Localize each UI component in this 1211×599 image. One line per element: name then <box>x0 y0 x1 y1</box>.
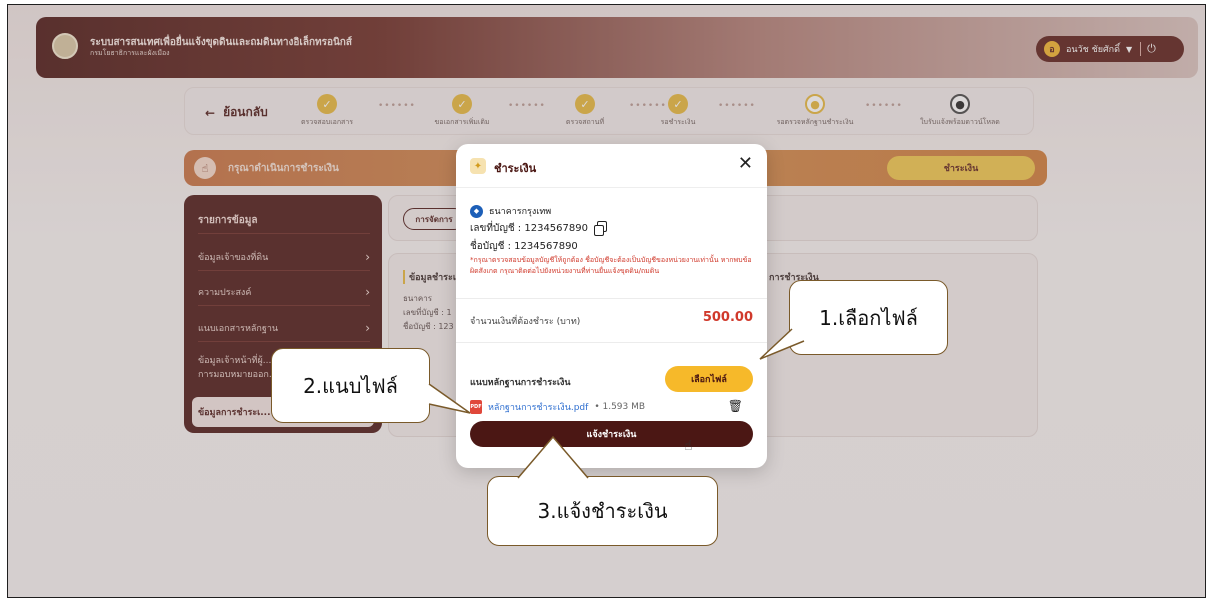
callout-text: 2.แนบไฟล์ <box>303 373 398 398</box>
modal-header: ✦ ชำระเงิน ✕ <box>456 144 767 188</box>
callout-submit-payment: 3.แจ้งชำระเงิน <box>487 435 718 546</box>
account-name: ชื่อบัญชี : 1234567890 <box>470 241 578 252</box>
callout-pointer <box>428 383 471 414</box>
hand-cursor-icon: ☝ <box>684 438 693 454</box>
bank-name: ธนาคารกรุงเทพ <box>489 207 552 217</box>
pdf-file-icon: PDF <box>470 400 482 414</box>
proof-label: แนบหลักฐานการชำระเงิน <box>470 378 571 388</box>
callout-attach-file: 2.แนบไฟล์ <box>271 348 471 423</box>
submit-payment-button[interactable]: แจ้งชำระเงิน <box>470 421 753 447</box>
bank-logo-icon: ◆ <box>470 204 483 218</box>
account-number: เลขที่บัญชี : 1234567890 <box>470 223 588 234</box>
account-number-row: เลขที่บัญชี : 1234567890 <box>470 221 608 236</box>
attached-file-size: • 1.593 MB <box>594 402 646 412</box>
callout-choose-file: 1.เลือกไฟล์ <box>759 280 948 360</box>
callout-pointer <box>517 435 589 479</box>
callout-pointer <box>759 328 805 360</box>
copy-icon[interactable] <box>594 221 608 236</box>
payment-icon: ✦ <box>470 158 486 174</box>
attached-file-name[interactable]: หลักฐานการชำระเงิน.pdf <box>488 400 588 414</box>
amount-value: 500.00 <box>702 310 753 325</box>
account-warning: *กรุณาตรวจสอบข้อมูลบัญชีให้ถูกต้อง ชื่อบ… <box>470 256 752 275</box>
trash-icon[interactable]: 🗑 <box>728 399 743 413</box>
attached-file-row: PDF หลักฐานการชำระเงิน.pdf • 1.593 MB 🗑 <box>470 397 753 417</box>
close-icon[interactable]: ✕ <box>738 154 753 174</box>
bank-row: ◆ ธนาคารกรุงเทพ <box>470 204 551 218</box>
modal-title: ชำระเงิน <box>494 162 537 175</box>
callout-text: 1.เลือกไฟล์ <box>819 305 918 330</box>
amount-label: จำนวนเงินที่ต้องชำระ (บาท) <box>470 317 581 327</box>
callout-text: 3.แจ้งชำระเงิน <box>537 499 668 523</box>
divider <box>456 298 767 299</box>
screenshot-frame: ระบบสารสนเทศเพื่อยื่นแจ้งขุดดินและถมดินท… <box>7 4 1206 598</box>
choose-file-button[interactable]: เลือกไฟล์ <box>665 366 753 392</box>
divider <box>456 342 767 343</box>
payment-modal: ✦ ชำระเงิน ✕ ◆ ธนาคารกรุงเทพ เลขที่บัญชี… <box>456 144 767 468</box>
